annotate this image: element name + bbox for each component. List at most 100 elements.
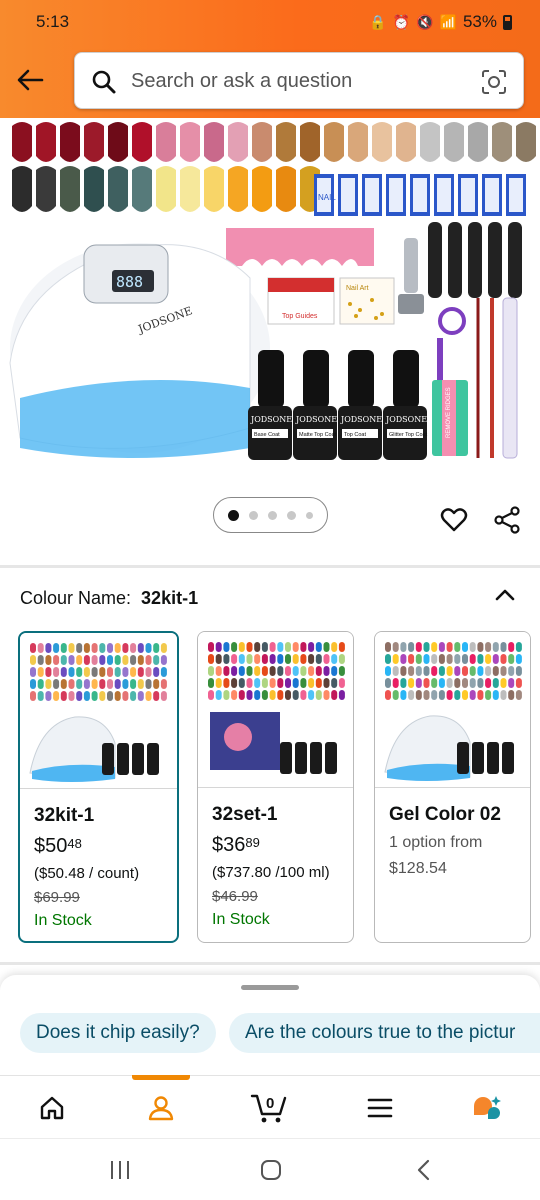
thumb-swatch [130, 643, 137, 653]
thumb-swatch [423, 678, 430, 688]
status-time: 5:13 [36, 12, 70, 31]
thumb-bottle [295, 742, 307, 774]
thumb-swatch [83, 655, 90, 665]
bottle-brand: JODSONE [250, 415, 292, 424]
thumb-swatch [392, 666, 399, 676]
nail-swatch [12, 166, 32, 212]
nail-swatch [252, 122, 272, 162]
thumb-swatch [30, 691, 36, 701]
buffer-label: REMOVE RIDGES [446, 387, 452, 438]
thumb-swatch [107, 667, 113, 677]
thumb-swatch [231, 678, 238, 688]
cart-icon[interactable]: 0 [250, 1090, 288, 1129]
image-carousel-indicator[interactable] [213, 497, 328, 533]
thumb-swatch [215, 654, 222, 664]
thumb-swatch [446, 666, 453, 676]
thumb-swatch [400, 642, 407, 652]
thumb-swatch [231, 654, 238, 664]
thumb-bottle [280, 742, 292, 774]
colour-name-label: Colour Name: 32kit-1 [20, 588, 198, 609]
thumb-swatch [431, 654, 438, 664]
camera-scan-icon[interactable] [481, 69, 507, 100]
thumb-swatch [231, 666, 238, 676]
thumb-swatch [415, 642, 422, 652]
rufus-assistant-icon[interactable] [470, 1094, 504, 1129]
thumb-swatch [68, 667, 75, 677]
colour-option-card[interactable]: 32kit-1 $5048 ($50.48 / count) $69.99 In… [18, 631, 179, 943]
system-back-icon[interactable] [412, 1159, 436, 1186]
question-chip[interactable]: Does it chip easily? [20, 1013, 216, 1053]
carousel-dot-5[interactable] [306, 511, 313, 519]
nail-swatch [300, 122, 320, 162]
thumb-swatch [238, 654, 245, 664]
chevron-up-icon[interactable] [494, 584, 516, 611]
heart-icon[interactable] [440, 506, 468, 539]
recent-apps-icon[interactable] [108, 1159, 132, 1186]
sheet-handle[interactable] [241, 985, 299, 990]
search-bar[interactable]: Search or ask a question [74, 52, 524, 109]
thumb-swatch [300, 654, 307, 664]
carousel-dot-2[interactable] [249, 510, 258, 520]
thumb-swatch [37, 643, 44, 653]
bottle-label: Matte Top Coat [299, 432, 337, 438]
thumb-swatch [83, 667, 90, 677]
nail-swatch [60, 166, 80, 212]
thumb-swatch [107, 643, 113, 653]
thumb-swatch [438, 642, 445, 652]
thumb-swatch [83, 691, 90, 701]
colour-option-card[interactable]: 32set-1 $3689 ($737.80 /100 ml) $46.99 I… [197, 631, 354, 943]
thumb-swatch [145, 655, 152, 665]
thumb-swatch [53, 667, 60, 677]
thumb-swatch [238, 690, 245, 700]
home-icon[interactable] [38, 1094, 66, 1127]
thumb-swatch [153, 679, 160, 689]
carousel-dot-4[interactable] [287, 510, 296, 520]
thumb-swatch [477, 666, 484, 676]
thumb-swatch [99, 655, 106, 665]
thumb-swatch [68, 691, 75, 701]
thumb-swatch [415, 666, 422, 676]
back-arrow-icon[interactable] [14, 64, 46, 96]
thumb-swatch [323, 678, 330, 688]
search-input[interactable]: Search or ask a question [131, 70, 352, 93]
home-button-icon[interactable] [259, 1159, 283, 1186]
thumb-swatch [308, 642, 315, 652]
thumb-swatch [68, 643, 75, 653]
thumb-swatch [331, 690, 338, 700]
carousel-dot-3[interactable] [268, 510, 277, 520]
thumb-swatch [223, 666, 230, 676]
option-name: 32set-1 [212, 804, 278, 825]
menu-icon[interactable] [366, 1094, 394, 1127]
thumb-swatch [91, 655, 98, 665]
thumb-swatch [400, 666, 407, 676]
thumb-swatch [238, 666, 245, 676]
price-whole: $36 [212, 834, 246, 856]
colour-option-card[interactable]: Gel Color 02 1 option from $128.54 [374, 631, 531, 943]
thumb-swatch [285, 666, 291, 676]
thumb-swatch [408, 678, 415, 688]
thumb-swatch [323, 642, 330, 652]
thumb-swatch [238, 642, 245, 652]
bottle-label: Base Coat [254, 432, 280, 438]
buffer-block [448, 222, 462, 298]
share-icon[interactable] [493, 506, 521, 539]
nail-swatch [420, 122, 440, 162]
sticker-label: Top Guides [282, 313, 318, 320]
carousel-dot-1[interactable] [228, 509, 239, 521]
thumb-swatch [45, 667, 52, 677]
thumb-swatch [45, 655, 52, 665]
from-price: $128.54 [389, 860, 447, 877]
thumb-bottle [147, 743, 159, 775]
thumb-swatch [285, 678, 291, 688]
thumb-swatch [292, 666, 299, 676]
thumb-swatch [37, 655, 44, 665]
product-image[interactable]: NAIL 888 JODSONE JODSONE Base Coat JODSONE… [0, 118, 540, 468]
thumb-swatch [76, 691, 83, 701]
thumb-swatch [431, 666, 438, 676]
account-icon[interactable] [147, 1094, 175, 1127]
thumb-swatch [423, 654, 430, 664]
thumb-swatch [223, 654, 230, 664]
question-chip[interactable]: Are the colours true to the pictur [229, 1013, 540, 1053]
thumb-swatch [454, 654, 461, 664]
thumb-swatch [438, 654, 445, 664]
